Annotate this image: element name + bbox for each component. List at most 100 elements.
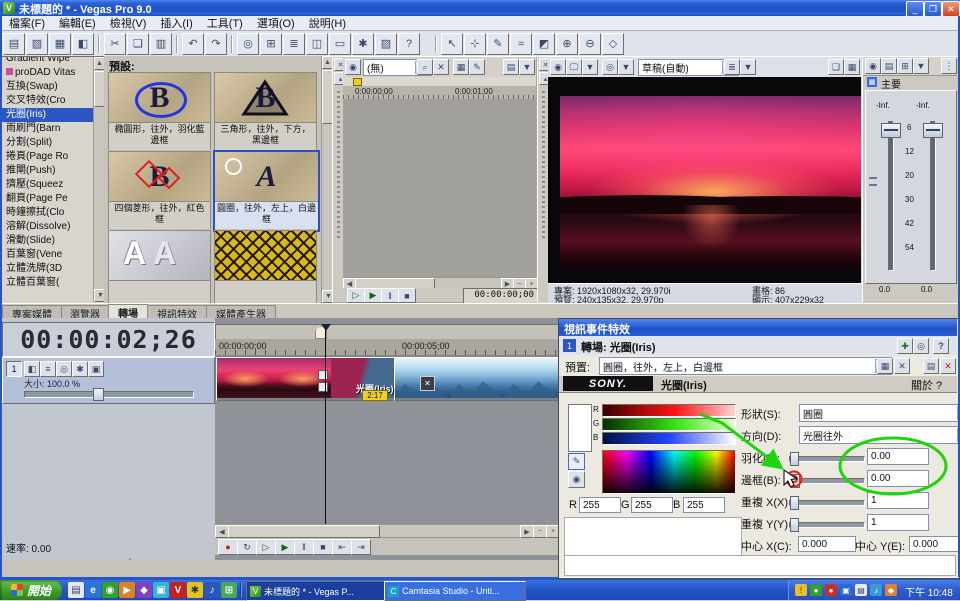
chevron-down-icon[interactable]: ▼: [618, 59, 634, 75]
fx-dialog-title-bar[interactable]: 視訊事件特效: [559, 319, 957, 336]
zoom-out-icon[interactable]: −: [533, 525, 547, 538]
quicklaunch-icon-ie[interactable]: e: [85, 582, 101, 598]
open-icon[interactable]: ▧: [26, 33, 48, 55]
transition-item[interactable]: 交叉特效(Cro: [2, 94, 94, 108]
menu-edit[interactable]: 編輯(E): [52, 15, 103, 31]
track-size-slider-handle[interactable]: [93, 388, 104, 401]
transition-item[interactable]: 翻頁(Page Pe: [2, 192, 94, 206]
transition-item[interactable]: 雨刷門(Barn: [2, 122, 94, 136]
center-y-value-field[interactable]: 0.000: [909, 536, 960, 552]
pause-icon[interactable]: ‖: [294, 539, 314, 555]
preset-card[interactable]: B 橢圓形，往外，羽化藍邊框: [108, 72, 211, 150]
stop-icon[interactable]: ■: [313, 539, 333, 555]
copy-snapshot-icon[interactable]: ❏: [828, 59, 844, 75]
menu-view[interactable]: 檢視(V): [103, 15, 154, 31]
float-window-icon[interactable]: ▤: [923, 358, 939, 374]
playhead-cursor[interactable]: [325, 324, 326, 550]
about-link[interactable]: 關於 ?: [911, 377, 942, 393]
tray-icon-antivirus[interactable]: ●: [810, 584, 822, 596]
border-slider-handle[interactable]: [791, 474, 800, 488]
dock-grip[interactable]: [337, 91, 340, 241]
fader-handle-right[interactable]: [923, 123, 943, 138]
trimmer-ruler[interactable]: 0:00:00;00 0:00:01;00: [343, 86, 536, 100]
repeat-x-slider[interactable]: [789, 500, 865, 506]
edit-icon[interactable]: ✎: [469, 59, 485, 75]
clock[interactable]: 下午 10:48: [905, 584, 953, 599]
g-value-field[interactable]: 255: [631, 497, 673, 513]
preset-card[interactable]: B 三角形，往外，下方，黑邊框: [214, 72, 317, 150]
play-from-start-icon[interactable]: ▷: [347, 288, 365, 303]
trimmer-content[interactable]: [343, 99, 536, 277]
b-value-field[interactable]: 255: [683, 497, 725, 513]
snapping-icon[interactable]: ◎: [237, 33, 259, 55]
transition-item[interactable]: 時鐘擦拭(Clo: [2, 206, 94, 220]
lock-envelopes-icon[interactable]: ◫: [306, 33, 328, 55]
menu-tools[interactable]: 工具(T): [200, 15, 250, 31]
save-markers-icon[interactable]: ▦: [453, 59, 469, 75]
save-icon[interactable]: ▦: [49, 33, 71, 55]
whats-this-icon[interactable]: ?: [398, 33, 420, 55]
keyframe-area[interactable]: [564, 517, 742, 557]
play-icon[interactable]: ▶: [275, 539, 295, 555]
undo-icon[interactable]: ↶: [182, 33, 204, 55]
transition-item[interactable]: 立體洗牌(3D: [2, 262, 94, 276]
layout-icon[interactable]: ▤: [503, 59, 519, 75]
save-preset-icon[interactable]: ▦: [877, 358, 893, 374]
transition-item[interactable]: 擠壓(Squeez: [2, 178, 94, 192]
explorer-toggle-icon[interactable]: ▨: [375, 33, 397, 55]
dock-grip[interactable]: [542, 91, 545, 241]
tray-icon-network[interactable]: ▤: [855, 584, 867, 596]
taskbar-task-camtasia[interactable]: C Camtasia Studio - Unti...: [384, 581, 526, 601]
border-value-field[interactable]: 0.00: [867, 470, 929, 487]
fader-handle-left[interactable]: [881, 123, 901, 138]
auto-ripple-icon[interactable]: ≣: [283, 33, 305, 55]
new-project-icon[interactable]: ▤: [3, 33, 25, 55]
redo-icon[interactable]: ↷: [205, 33, 227, 55]
selection-edit-tool-icon[interactable]: ✎: [487, 33, 509, 55]
help-icon[interactable]: ?: [933, 338, 949, 354]
stop-icon[interactable]: ■: [398, 288, 416, 303]
record-icon[interactable]: ●: [218, 539, 238, 555]
save-snapshot-icon[interactable]: ▦: [844, 59, 860, 75]
mute-icon[interactable]: ◎: [56, 361, 72, 377]
plugin-chain-icon[interactable]: ◎: [913, 338, 929, 354]
pin-icon[interactable]: ◉: [345, 59, 361, 75]
event-fx-badge[interactable]: [318, 370, 328, 380]
go-to-start-icon[interactable]: ⇤: [332, 539, 352, 555]
color-spectrum[interactable]: [602, 450, 736, 494]
menu-options[interactable]: 選項(O): [250, 15, 302, 31]
feather-slider-handle[interactable]: [790, 452, 799, 466]
start-button[interactable]: 開始: [0, 580, 62, 600]
overlay-icon[interactable]: ◎: [602, 59, 618, 75]
repeat-y-value-field[interactable]: 1: [867, 514, 929, 531]
blue-gradient-slider[interactable]: [602, 432, 736, 445]
r-value-field[interactable]: 255: [579, 497, 621, 513]
envelope-edit-tool-icon[interactable]: ⊹: [464, 33, 486, 55]
transition-item[interactable]: 推閘(Push): [2, 164, 94, 178]
transition-item[interactable]: 互換(Swap): [2, 80, 94, 94]
zoom-out-icon[interactable]: ⊖: [579, 33, 601, 55]
zoom-in-icon[interactable]: ⊕: [556, 33, 578, 55]
transition-item[interactable]: 百葉窗(Vene: [2, 248, 94, 262]
preset-combo[interactable]: 圓圈，往外，左上，白邊框▼: [599, 357, 892, 375]
pin-icon[interactable]: ◉: [865, 58, 881, 74]
scrollbar-thumb[interactable]: [228, 525, 380, 538]
quicklaunch-icon-msn[interactable]: ◉: [102, 582, 118, 598]
event-pan-badge[interactable]: [318, 382, 328, 392]
quicklaunch-icon-vegas[interactable]: V: [170, 582, 186, 598]
transition-item[interactable]: Gradient Wipe: [2, 56, 94, 66]
menu-help[interactable]: 說明(H): [302, 15, 353, 31]
more-icon[interactable]: ▼: [519, 59, 535, 75]
automation-icon[interactable]: ▣: [88, 361, 104, 377]
repeat-x-value-field[interactable]: 1: [867, 492, 929, 509]
marker-bar[interactable]: [215, 324, 560, 340]
timeline-scrollbar[interactable]: ◀ ▶ − +: [215, 524, 558, 537]
pause-icon[interactable]: ‖: [381, 288, 399, 303]
play-from-start-icon[interactable]: ▷: [256, 539, 276, 555]
center-x-value-field[interactable]: 0.000: [798, 536, 856, 552]
chevron-down-icon[interactable]: ▼: [740, 59, 756, 75]
new-bus-icon[interactable]: ▤: [881, 58, 897, 74]
preset-card-selected[interactable]: A 圓圈，往外，左上，白邊框: [213, 150, 320, 232]
eyedropper-icon[interactable]: ✎: [568, 453, 585, 470]
direction-combo[interactable]: 光圈往外▼: [799, 426, 960, 444]
